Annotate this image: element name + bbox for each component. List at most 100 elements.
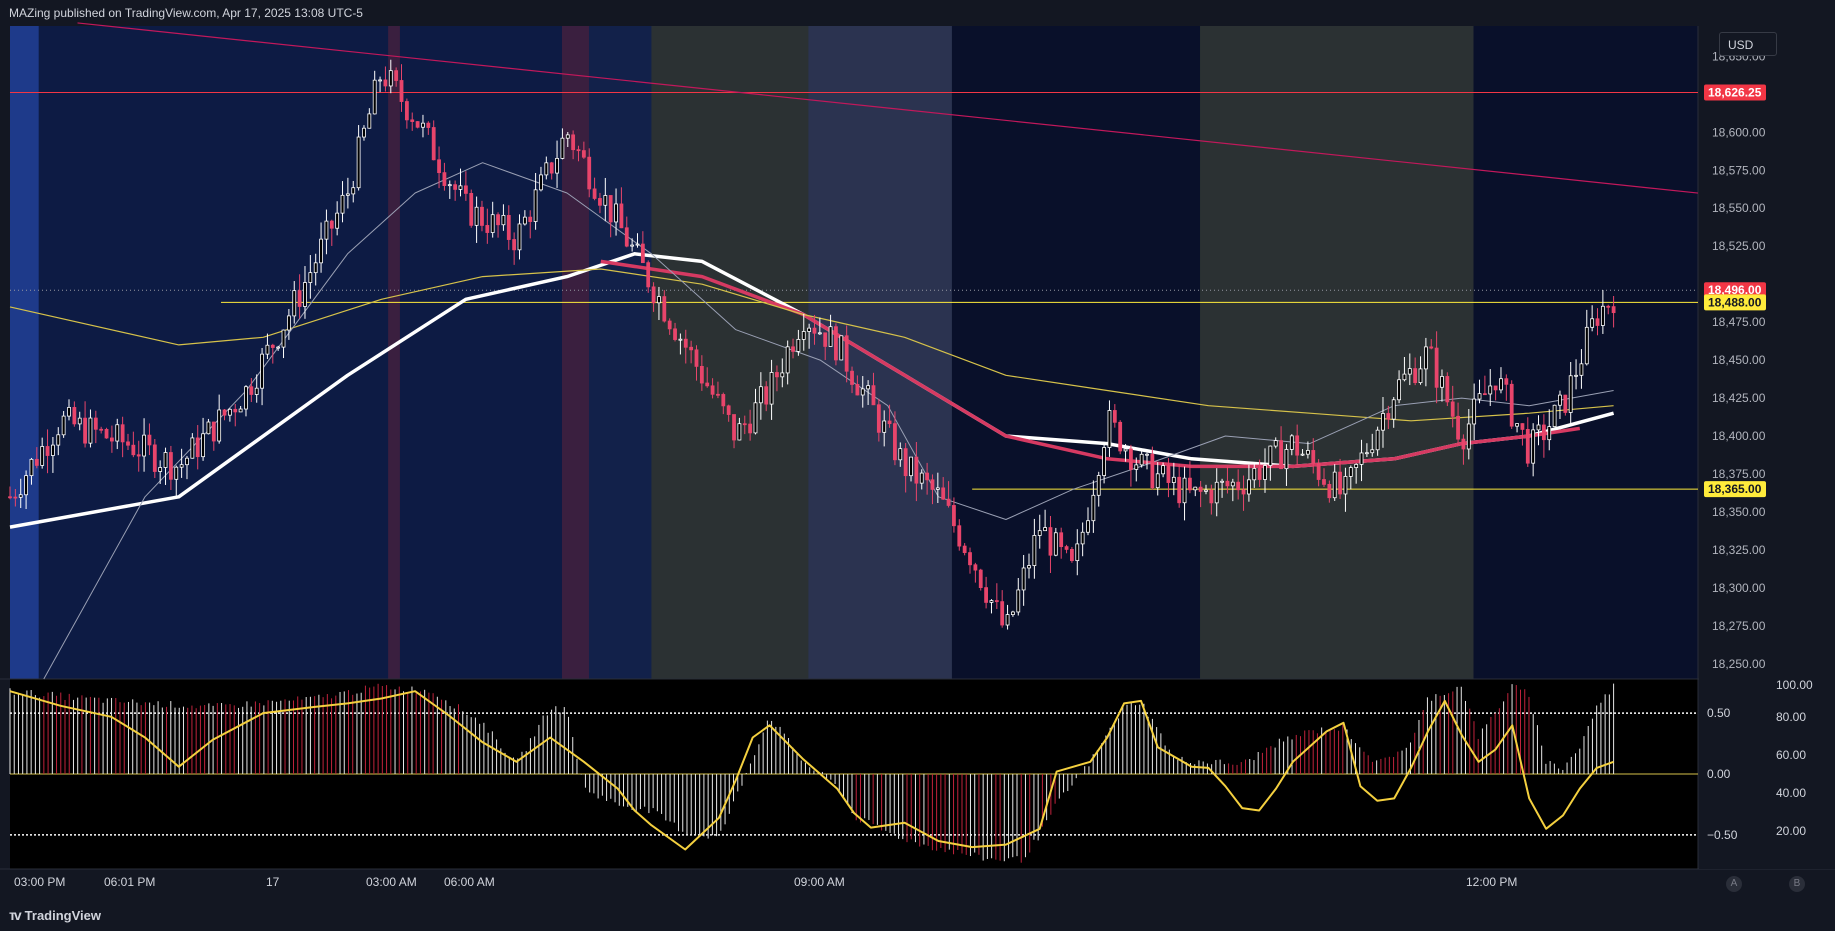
candle-body (1118, 421, 1123, 452)
auto-scale-button[interactable]: A (1726, 876, 1742, 892)
candle-body (1600, 305, 1605, 326)
candle-body (1316, 463, 1321, 480)
candle-body (1123, 448, 1128, 452)
candle-body (142, 434, 146, 457)
candle-body (174, 466, 179, 480)
time-tick-label: 06:01 PM (104, 875, 155, 889)
candle (1445, 372, 1450, 407)
candle-body (689, 346, 694, 351)
candle-body (1552, 404, 1557, 427)
candle-body (469, 193, 474, 226)
candle-body (56, 434, 61, 446)
candle-body (555, 157, 559, 174)
candle-body (968, 552, 972, 566)
candle-body (1402, 373, 1407, 381)
candle-body (115, 424, 120, 442)
candle-body (340, 194, 345, 214)
candle-body (1520, 423, 1525, 430)
candle-body (640, 243, 645, 264)
candle-body (378, 79, 382, 82)
candle-body (179, 464, 184, 468)
price-tick-label: 18,575.00 (1712, 163, 1766, 177)
candle-body (308, 272, 313, 283)
candle-body (1305, 450, 1310, 455)
candle-body (705, 382, 710, 387)
candle-body (882, 420, 887, 433)
candle-body (758, 386, 763, 404)
candle-body (1488, 385, 1493, 395)
candle-body (592, 188, 597, 199)
candle-body (989, 600, 994, 603)
candle-body (1263, 465, 1267, 480)
session-band (808, 26, 953, 679)
candle-body (823, 332, 828, 347)
candle-body (946, 498, 951, 506)
price-tick-label: 18,350.00 (1712, 505, 1766, 519)
candle-body (313, 262, 318, 274)
candle-body (238, 408, 243, 413)
candle-body (571, 134, 576, 151)
time-axis[interactable]: 03:00 PM 06:01 PM 17 03:00 AM 06:00 AM 09:00 … (0, 870, 1835, 931)
price-badge-text: 18,626.25 (1708, 85, 1762, 99)
candle-body (104, 429, 109, 439)
candle-body (329, 220, 334, 229)
candle-body (1005, 614, 1010, 626)
candle-body (732, 414, 736, 441)
candle-body (909, 456, 913, 477)
candle-body (222, 409, 227, 416)
candle-body (83, 417, 87, 444)
brand-label: TradingView (24, 907, 101, 923)
candle-body (1472, 398, 1477, 425)
candle-body (1407, 368, 1412, 375)
candle-body (51, 444, 55, 456)
candle-body (1155, 473, 1160, 489)
candle-body (614, 203, 618, 223)
candle-body (410, 119, 415, 122)
candle-body (319, 238, 323, 264)
candle-body (1161, 465, 1165, 475)
time-tick-label: 09:00 AM (794, 875, 845, 889)
tradingview-brand[interactable]: ᴛᴠ TradingView (9, 907, 101, 923)
candle-body (512, 239, 517, 251)
candle-body (994, 600, 999, 603)
osc-tick-label: −0.50 (1707, 828, 1738, 842)
price-tick-label: 18,525.00 (1712, 239, 1766, 253)
candle-body (581, 150, 586, 158)
price-chart[interactable]: 18,650.0018,600.0018,575.0018,550.0018,5… (0, 0, 1835, 931)
session-band (588, 26, 652, 679)
candle-body (1563, 394, 1568, 413)
candle-body (421, 122, 425, 128)
candle-body (785, 346, 790, 374)
candle-body (40, 446, 45, 466)
candle (978, 568, 983, 591)
candle-body (1182, 477, 1187, 504)
candle-body (474, 206, 479, 226)
price-tick-label: 18,325.00 (1712, 543, 1766, 557)
candle-body (522, 216, 527, 225)
log-scale-button[interactable]: B (1789, 876, 1805, 892)
candle-body (480, 206, 484, 226)
candle-body (1300, 453, 1305, 456)
candle-body (1048, 527, 1053, 556)
candle-body (925, 472, 930, 481)
price-tick-label: 18,450.00 (1712, 353, 1766, 367)
candle-body (1011, 611, 1015, 615)
currency-selector[interactable]: USD (1719, 32, 1777, 56)
session-background-bands (10, 26, 1699, 679)
candle-body (1080, 531, 1085, 545)
candle-body (281, 329, 286, 348)
candle-body (254, 387, 259, 395)
candle-body (367, 113, 372, 129)
candle-body (1257, 468, 1262, 480)
candle-body (88, 417, 93, 444)
candle-body (394, 70, 399, 81)
candle-body (748, 423, 753, 434)
time-tick-label: 12:00 PM (1466, 875, 1517, 889)
candle-body (635, 243, 640, 246)
osc-right-tick-label: 60.00 (1776, 748, 1806, 762)
candle-body (710, 385, 715, 395)
publish-header: MAZing published on TradingView.com, Apr… (9, 6, 363, 20)
candle-body (769, 372, 774, 405)
candle-body (276, 346, 281, 349)
candle-body (463, 185, 468, 194)
